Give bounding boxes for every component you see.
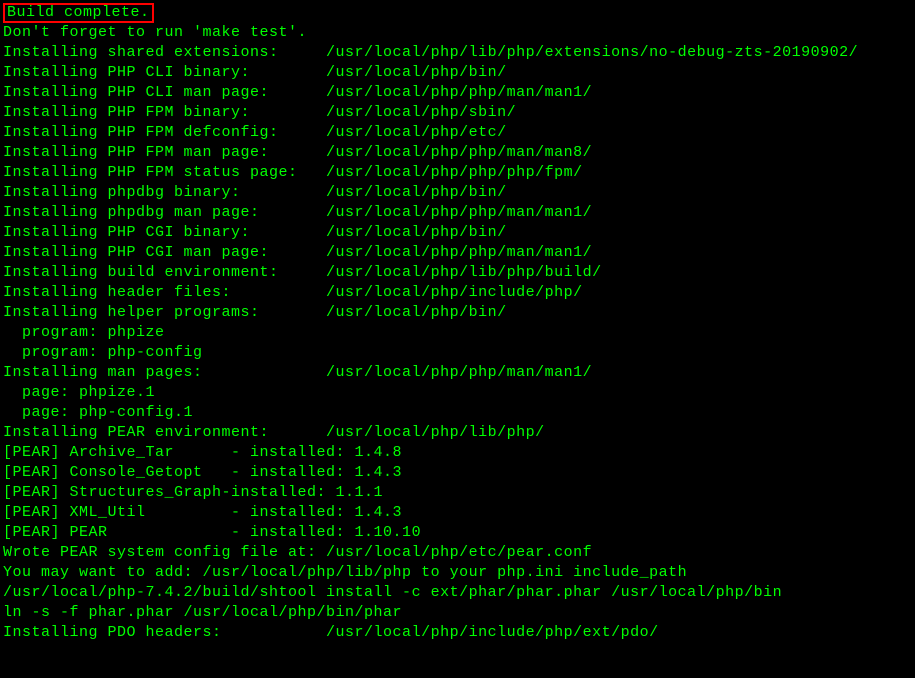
man-page-0: page: phpize.1 (3, 383, 912, 403)
pear-pkg-1: [PEAR] Console_Getopt - installed: 1.4.3 (3, 463, 912, 483)
man-pages-header: Installing man pages: /usr/local/php/php… (3, 363, 912, 383)
build-complete-line: Build complete. (3, 3, 912, 23)
install-row-5: Installing PHP FPM man page: /usr/local/… (3, 143, 912, 163)
trailing-line-3: ln -s -f phar.phar /usr/local/php/bin/ph… (3, 603, 912, 623)
install-row-6: Installing PHP FPM status page: /usr/loc… (3, 163, 912, 183)
trailing-line-0: Wrote PEAR system config file at: /usr/l… (3, 543, 912, 563)
install-row-8: Installing phpdbg man page: /usr/local/p… (3, 203, 912, 223)
pear-env-header: Installing PEAR environment: /usr/local/… (3, 423, 912, 443)
install-row-10: Installing PHP CGI man page: /usr/local/… (3, 243, 912, 263)
install-row-9: Installing PHP CGI binary: /usr/local/ph… (3, 223, 912, 243)
install-row-1: Installing PHP CLI binary: /usr/local/ph… (3, 63, 912, 83)
trailing-line-1: You may want to add: /usr/local/php/lib/… (3, 563, 912, 583)
install-row-0: Installing shared extensions: /usr/local… (3, 43, 912, 63)
helper-program-1: program: php-config (3, 343, 912, 363)
helper-program-0: program: phpize (3, 323, 912, 343)
pear-pkg-3: [PEAR] XML_Util - installed: 1.4.3 (3, 503, 912, 523)
install-row-12: Installing header files: /usr/local/php/… (3, 283, 912, 303)
install-row-2: Installing PHP CLI man page: /usr/local/… (3, 83, 912, 103)
pear-pkg-2: [PEAR] Structures_Graph-installed: 1.1.1 (3, 483, 912, 503)
install-row-4: Installing PHP FPM defconfig: /usr/local… (3, 123, 912, 143)
build-complete-highlight: Build complete. (3, 3, 154, 23)
make-test-notice: Don't forget to run 'make test'. (3, 23, 912, 43)
pear-pkg-0: [PEAR] Archive_Tar - installed: 1.4.8 (3, 443, 912, 463)
man-page-1: page: php-config.1 (3, 403, 912, 423)
install-row-13: Installing helper programs: /usr/local/p… (3, 303, 912, 323)
trailing-line-2: /usr/local/php-7.4.2/build/shtool instal… (3, 583, 912, 603)
install-row-7: Installing phpdbg binary: /usr/local/php… (3, 183, 912, 203)
terminal-output: Build complete.Don't forget to run 'make… (3, 3, 912, 643)
trailing-line-4: Installing PDO headers: /usr/local/php/i… (3, 623, 912, 643)
pear-pkg-4: [PEAR] PEAR - installed: 1.10.10 (3, 523, 912, 543)
install-row-3: Installing PHP FPM binary: /usr/local/ph… (3, 103, 912, 123)
install-row-11: Installing build environment: /usr/local… (3, 263, 912, 283)
